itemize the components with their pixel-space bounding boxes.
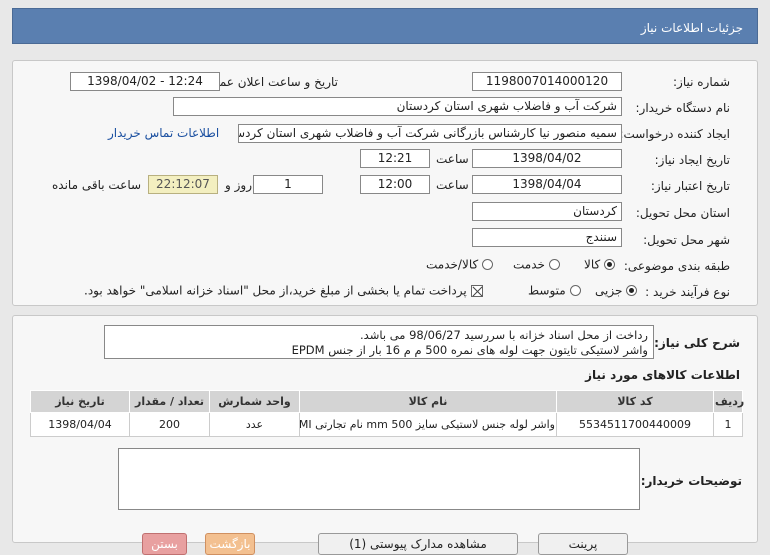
minor-radio[interactable] bbox=[626, 285, 638, 296]
requester-field[interactable]: سمیه منصور نیا کارشناس بازرگانی شرکت آب … bbox=[238, 124, 622, 143]
medium-radio[interactable] bbox=[569, 285, 581, 296]
col-need-date: تاریخ نیاز bbox=[30, 390, 130, 413]
validity-date-label: تاریخ اعتبار نیاز: bbox=[650, 179, 730, 193]
treasury-checkbox[interactable] bbox=[470, 284, 483, 297]
cell-item-name: واشر لوله جنس لاستیکی سایز 500 mm نام تج… bbox=[299, 412, 557, 437]
goods-radio[interactable] bbox=[604, 259, 616, 270]
description-line-1: رداخت از محل اسناد خزانه با سررسید 98/06… bbox=[360, 328, 648, 342]
goods-service-radio[interactable] bbox=[482, 259, 494, 270]
validity-time-field[interactable]: 12:00 bbox=[360, 175, 430, 194]
cell-quantity: 200 bbox=[129, 412, 210, 437]
medium-label: متوسط bbox=[528, 283, 566, 298]
cell-need-date: 1398/04/04 bbox=[30, 412, 130, 437]
items-header-row: تاریخ نیاز تعداد / مقدار واحد شمارش نام … bbox=[30, 390, 744, 413]
buyer-contact-link[interactable]: اطلاعات تماس خریدار bbox=[108, 126, 219, 140]
col-row: ردیف bbox=[713, 390, 744, 413]
city-field[interactable]: سنندج bbox=[472, 228, 622, 247]
need-number-field[interactable]: 1198007014000120 bbox=[472, 72, 622, 91]
created-time-field[interactable]: 12:21 bbox=[360, 149, 430, 168]
process-option-medium[interactable]: متوسط bbox=[528, 283, 581, 298]
city-label: شهر محل تحویل: bbox=[643, 233, 730, 247]
created-date-field[interactable]: 1398/04/02 bbox=[472, 149, 622, 168]
days-label: روز و bbox=[225, 178, 252, 192]
service-label: خدمت bbox=[513, 257, 545, 272]
process-label: نوع فرآیند خرید : bbox=[645, 285, 730, 299]
validity-date-field[interactable]: 1398/04/04 bbox=[472, 175, 622, 194]
view-attachments-button[interactable]: مشاهده مدارک پیوستی (1) bbox=[318, 533, 518, 555]
category-option-both[interactable]: کالا/خدمت bbox=[426, 257, 494, 272]
category-label: طبقه بندی موضوعی: bbox=[623, 259, 730, 273]
province-label: استان محل تحویل: bbox=[635, 206, 730, 220]
province-field[interactable]: کردستان bbox=[472, 202, 622, 221]
category-option-goods[interactable]: کالا bbox=[584, 257, 616, 272]
category-option-service[interactable]: خدمت bbox=[513, 257, 560, 272]
back-button[interactable]: بازگشت bbox=[205, 533, 255, 555]
print-button[interactable]: پرینت bbox=[538, 533, 628, 555]
items-section-title: اطلاعات کالاهای مورد نیاز bbox=[585, 368, 740, 382]
minor-label: جزیی bbox=[595, 283, 623, 298]
remaining-days-field[interactable]: 1 bbox=[253, 175, 323, 194]
items-table: تاریخ نیاز تعداد / مقدار واحد شمارش نام … bbox=[30, 390, 744, 437]
window-title: جزئیات اطلاعات نیاز bbox=[12, 8, 758, 44]
buyer-notes-box bbox=[118, 448, 640, 510]
treasury-note: پرداخت تمام یا بخشی از مبلغ خرید،از محل … bbox=[84, 283, 467, 298]
validity-time-label: ساعت bbox=[436, 178, 469, 192]
table-row: 1398/04/04 200 عدد واشر لوله جنس لاستیکی… bbox=[30, 412, 743, 437]
goods-service-label: کالا/خدمت bbox=[426, 257, 479, 272]
buyer-org-field[interactable]: شرکت آب و فاضلاب شهری استان کردستان bbox=[173, 97, 622, 116]
col-quantity: تعداد / مقدار bbox=[129, 390, 210, 413]
description-line-2: واشر لاستیکی تایتون جهت لوله های نمره 50… bbox=[291, 343, 648, 357]
buyer-notes-label: توضیحات خریدار: bbox=[640, 474, 742, 488]
remaining-time-field: 22:12:07 bbox=[148, 175, 218, 194]
col-unit: واحد شمارش bbox=[209, 390, 300, 413]
col-item-code: کد کالا bbox=[556, 390, 714, 413]
announce-field[interactable]: 1398/04/02 - 12:24 bbox=[70, 72, 220, 91]
buyer-org-label: نام دستگاه خریدار: bbox=[635, 101, 731, 115]
remaining-label: ساعت باقی مانده bbox=[52, 178, 142, 192]
description-box: رداخت از محل اسناد خزانه با سررسید 98/06… bbox=[104, 325, 654, 359]
need-number-label: شماره نیاز: bbox=[673, 75, 730, 89]
col-item-name: نام کالا bbox=[299, 390, 557, 413]
description-label: شرح کلی نیاز: bbox=[654, 336, 740, 350]
created-date-label: تاریخ ایجاد نیاز: bbox=[654, 153, 730, 167]
close-button[interactable]: بستن bbox=[142, 533, 187, 555]
service-radio[interactable] bbox=[548, 259, 560, 270]
treasury-option[interactable]: پرداخت تمام یا بخشی از مبلغ خرید،از محل … bbox=[84, 283, 483, 298]
requester-label: ایجاد کننده درخواست: bbox=[619, 127, 730, 141]
process-option-minor[interactable]: جزیی bbox=[595, 283, 638, 298]
cell-row: 1 bbox=[713, 412, 743, 437]
created-time-label: ساعت bbox=[436, 152, 469, 166]
cell-item-code: 5534511700440009 bbox=[556, 412, 714, 437]
goods-label: کالا bbox=[584, 257, 601, 272]
cell-unit: عدد bbox=[209, 412, 300, 437]
